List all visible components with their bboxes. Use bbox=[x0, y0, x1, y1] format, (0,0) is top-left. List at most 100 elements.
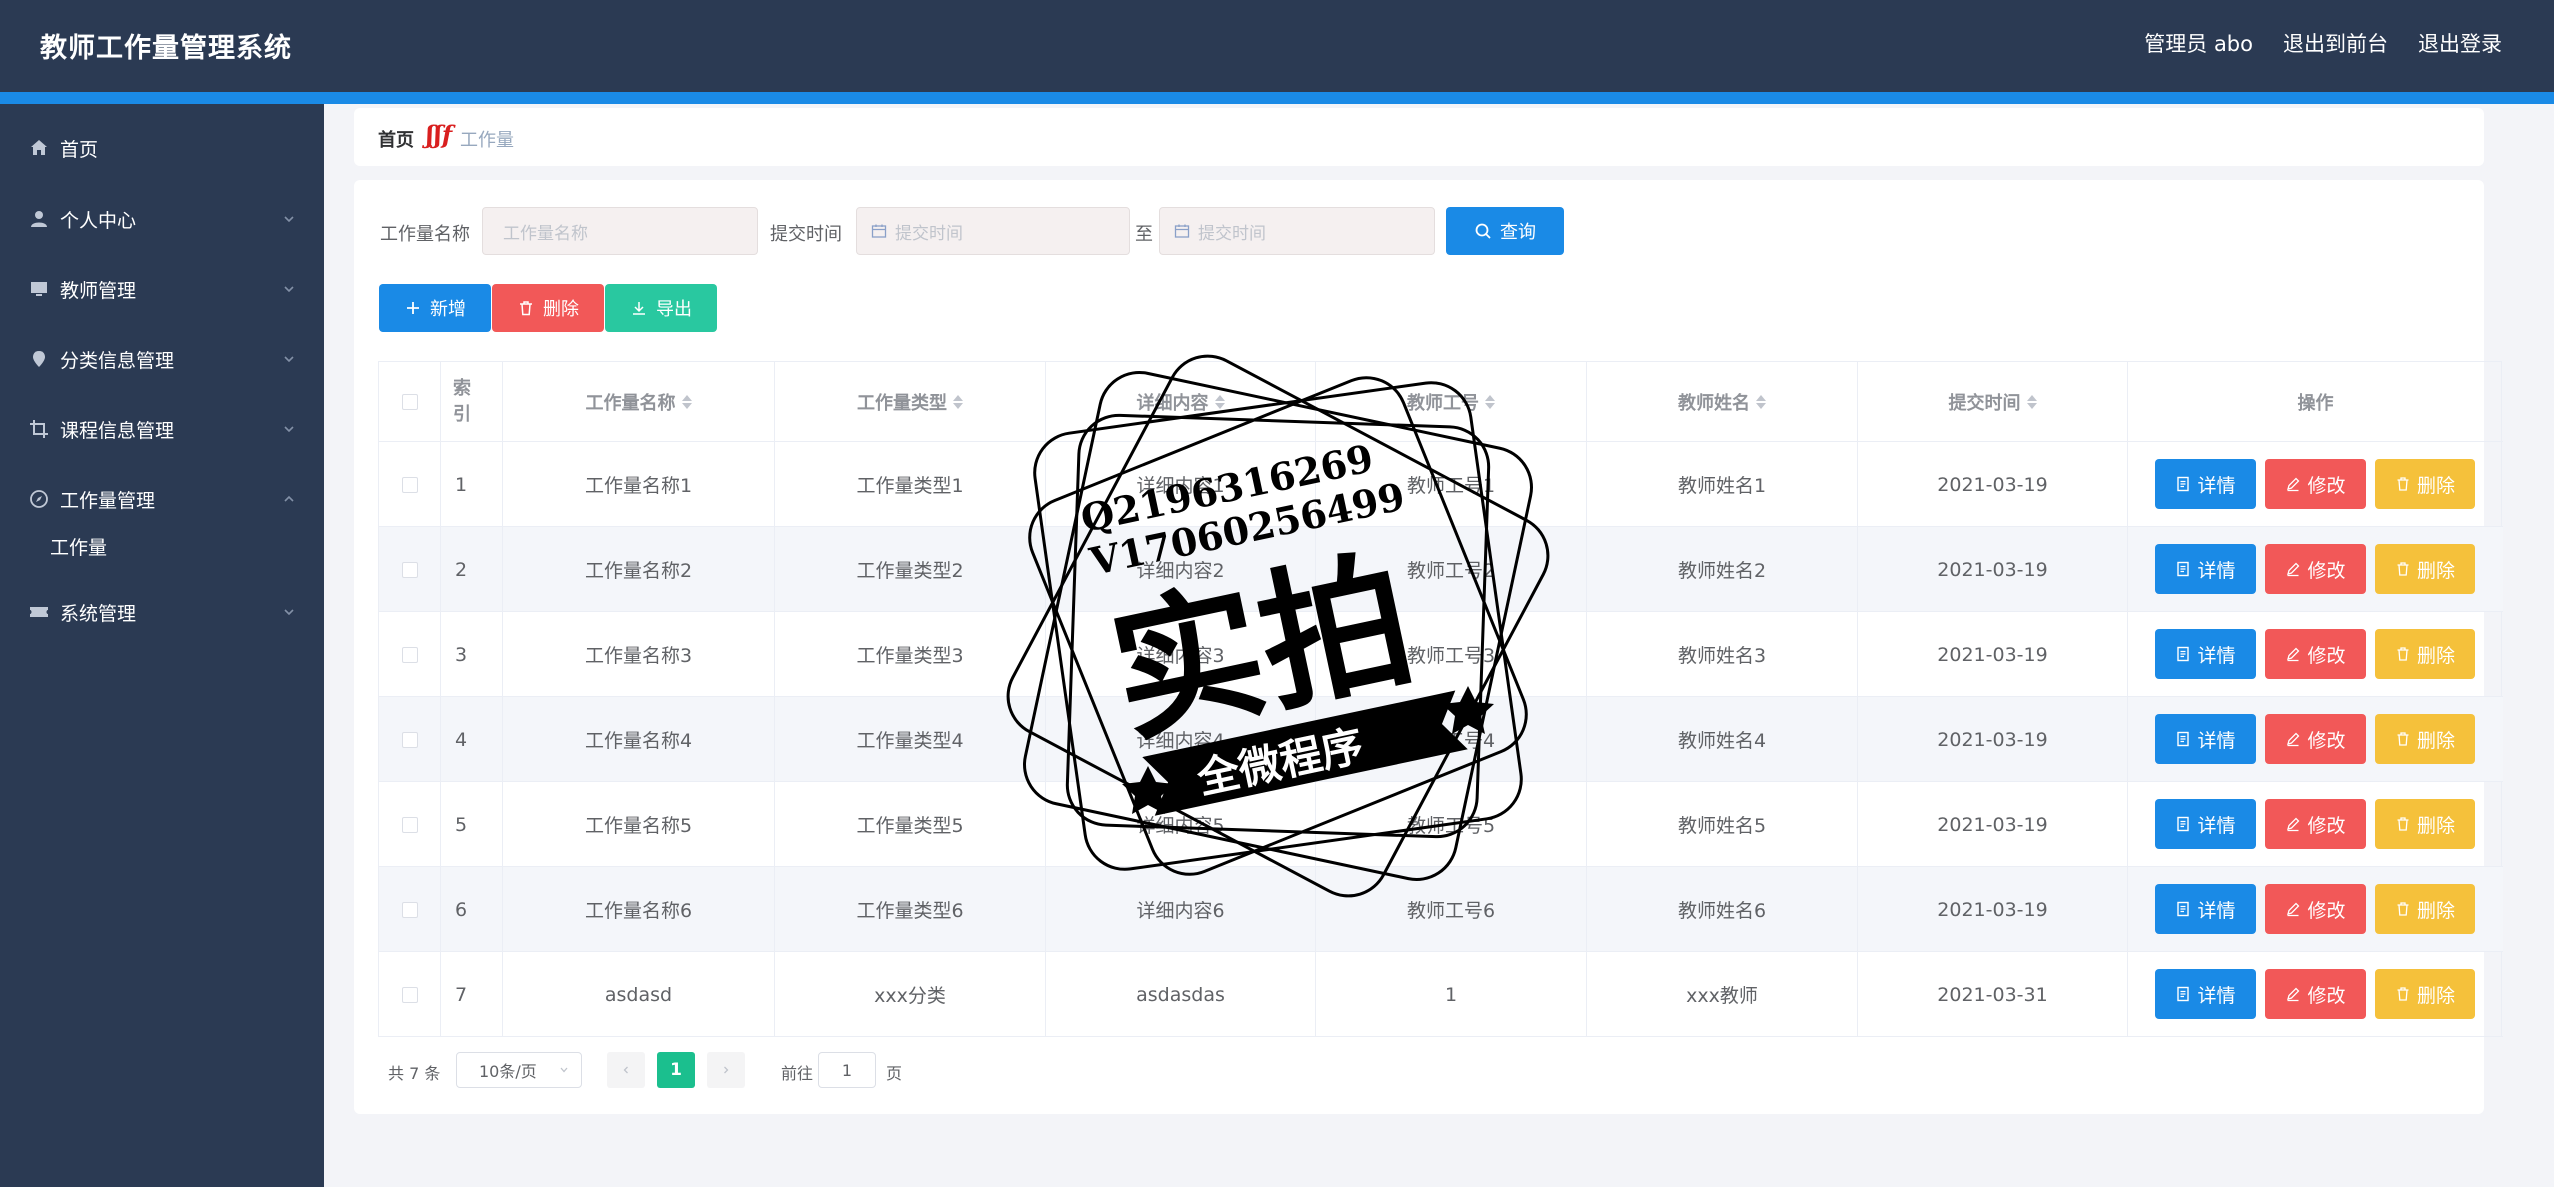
prev-page-button[interactable] bbox=[607, 1052, 645, 1088]
cell-index: 2 bbox=[441, 527, 503, 612]
detail-button[interactable]: 详情 bbox=[2155, 544, 2256, 594]
start-date-input[interactable]: 提交时间 bbox=[856, 207, 1130, 255]
cell-teacher-name: 教师姓名1 bbox=[1587, 442, 1858, 527]
trash-icon bbox=[520, 301, 532, 316]
row-delete-button[interactable]: 删除 bbox=[2375, 799, 2475, 849]
goto-label: 前往 bbox=[781, 1064, 814, 1083]
cell-teacher-name: 教师姓名3 bbox=[1587, 612, 1858, 697]
cell-index: 4 bbox=[441, 697, 503, 782]
breadcrumb-home[interactable]: 首页 bbox=[378, 126, 414, 152]
cell-index: 5 bbox=[441, 782, 503, 867]
row-checkbox[interactable] bbox=[401, 986, 418, 1003]
add-button[interactable]: 新增 bbox=[379, 284, 491, 332]
search-icon bbox=[1475, 223, 1491, 239]
goto-page-input[interactable]: 1 bbox=[818, 1052, 876, 1088]
row-delete-button[interactable]: 删除 bbox=[2375, 459, 2475, 509]
cell-workload-type: xxx分类 bbox=[775, 952, 1046, 1037]
sidebar-item-teacher-management[interactable]: 教师管理 bbox=[0, 269, 324, 309]
sidebar-item-home[interactable]: 首页 bbox=[0, 128, 324, 168]
batch-delete-button[interactable]: 删除 bbox=[492, 284, 604, 332]
header-workload-name[interactable]: 工作量名称 bbox=[503, 362, 775, 442]
row-checkbox[interactable] bbox=[401, 646, 418, 663]
cell-index: 6 bbox=[441, 867, 503, 952]
sort-icon bbox=[1485, 395, 1495, 409]
row-delete-button[interactable]: 删除 bbox=[2375, 969, 2475, 1019]
sidebar-item-system-management[interactable]: 系统管理 bbox=[0, 592, 324, 632]
name-search-input[interactable]: 工作量名称 bbox=[482, 207, 758, 255]
edit-button[interactable]: 修改 bbox=[2265, 459, 2366, 509]
detail-button[interactable]: 详情 bbox=[2155, 714, 2256, 764]
workload-table: 索引 工作量名称 工作量类型 详细内容 教师工号 教师姓名 提交时间 操作 1工… bbox=[378, 361, 2503, 1037]
top-links: 管理员 abo 退出到前台 退出登录 bbox=[2144, 28, 2502, 58]
detail-button[interactable]: 详情 bbox=[2155, 629, 2256, 679]
header-workload-type[interactable]: 工作量类型 bbox=[775, 362, 1046, 442]
row-select-cell bbox=[379, 867, 441, 952]
edit-icon bbox=[2287, 902, 2300, 917]
cell-detail-content: 详细内容6 bbox=[1046, 867, 1316, 952]
sidebar-item-personal-center[interactable]: 个人中心 bbox=[0, 199, 324, 239]
sidebar-subitem-workload[interactable]: 工作量 bbox=[50, 533, 107, 560]
cell-teacher-id: 教师工号4 bbox=[1316, 697, 1587, 782]
logout-link[interactable]: 退出登录 bbox=[2418, 28, 2502, 58]
row-checkbox[interactable] bbox=[401, 816, 418, 833]
end-date-input[interactable]: 提交时间 bbox=[1159, 207, 1435, 255]
detail-button[interactable]: 详情 bbox=[2155, 884, 2256, 934]
row-checkbox[interactable] bbox=[401, 901, 418, 918]
edit-button[interactable]: 修改 bbox=[2265, 969, 2366, 1019]
row-checkbox[interactable] bbox=[401, 476, 418, 493]
export-button[interactable]: 导出 bbox=[605, 284, 717, 332]
ticket-icon bbox=[28, 601, 50, 623]
row-checkbox[interactable] bbox=[401, 561, 418, 578]
cell-workload-name: 工作量名称5 bbox=[503, 782, 775, 867]
row-select-cell bbox=[379, 782, 441, 867]
sort-icon bbox=[1214, 395, 1225, 409]
page-size-select[interactable]: 10条/页 bbox=[456, 1052, 582, 1088]
sidebar-item-workload-management[interactable]: 工作量管理 bbox=[0, 479, 324, 519]
edit-icon bbox=[2287, 647, 2300, 662]
edit-button[interactable]: 修改 bbox=[2265, 714, 2366, 764]
current-user-label: 管理员 abo bbox=[2144, 32, 2253, 56]
header-submit-time[interactable]: 提交时间 bbox=[1858, 362, 2128, 442]
sidebar-item-course-management[interactable]: 课程信息管理 bbox=[0, 409, 324, 449]
end-date-placeholder: 提交时间 bbox=[1198, 223, 1266, 244]
cell-detail-content: 详细内容4 bbox=[1046, 697, 1316, 782]
sidebar-item-label: 分类信息管理 bbox=[60, 349, 175, 372]
table-row: 5 工作量名称5 工作量类型5 详细内容5 教师工号5 教师姓名5 2021-03-19 详情… bbox=[379, 782, 2503, 867]
row-delete-button[interactable]: 删除 bbox=[2375, 544, 2475, 594]
cell-workload-type: 工作量类型4 bbox=[775, 697, 1046, 782]
edit-button[interactable]: 修改 bbox=[2265, 884, 2366, 934]
cell-teacher-name: 教师姓名2 bbox=[1587, 527, 1858, 612]
edit-button[interactable]: 修改 bbox=[2265, 799, 2366, 849]
header-detail-content[interactable]: 详细内容 bbox=[1046, 362, 1316, 442]
search-button[interactable]: 查询 bbox=[1446, 207, 1564, 255]
pagination-total: 共 7 条 bbox=[388, 1064, 441, 1083]
user-icon bbox=[28, 208, 50, 230]
app-title: 教师工作量管理系统 bbox=[40, 33, 292, 64]
start-date-placeholder: 提交时间 bbox=[895, 223, 963, 244]
detail-button[interactable]: 详情 bbox=[2155, 969, 2256, 1019]
page-number-current[interactable]: 1 bbox=[657, 1052, 695, 1088]
edit-button[interactable]: 修改 bbox=[2265, 544, 2366, 594]
header-teacher-name[interactable]: 教师姓名 bbox=[1587, 362, 1858, 442]
search-button-label: 查询 bbox=[1500, 222, 1536, 243]
trash-icon bbox=[2397, 817, 2409, 831]
next-page-button[interactable] bbox=[707, 1052, 745, 1088]
row-delete-button[interactable]: 删除 bbox=[2375, 884, 2475, 934]
cell-actions: 详情 修改 删除 bbox=[2128, 867, 2503, 952]
header-teacher-id[interactable]: 教师工号 bbox=[1316, 362, 1587, 442]
cell-workload-name: 工作量名称6 bbox=[503, 867, 775, 952]
chevron-down-icon bbox=[284, 426, 294, 433]
row-delete-button[interactable]: 删除 bbox=[2375, 714, 2475, 764]
row-delete-button[interactable]: 删除 bbox=[2375, 629, 2475, 679]
cell-detail-content: 详细内容5 bbox=[1046, 782, 1316, 867]
select-all-checkbox[interactable] bbox=[401, 394, 418, 410]
page-unit-label: 页 bbox=[886, 1064, 903, 1083]
back-to-front-link[interactable]: 退出到前台 bbox=[2283, 28, 2388, 58]
row-checkbox[interactable] bbox=[401, 731, 418, 748]
detail-button[interactable]: 详情 bbox=[2155, 799, 2256, 849]
edit-button[interactable]: 修改 bbox=[2265, 629, 2366, 679]
cell-index: 3 bbox=[441, 612, 503, 697]
sidebar-item-category-management[interactable]: 分类信息管理 bbox=[0, 339, 324, 379]
detail-button[interactable]: 详情 bbox=[2155, 459, 2256, 509]
header-accent-bar bbox=[0, 92, 2554, 104]
